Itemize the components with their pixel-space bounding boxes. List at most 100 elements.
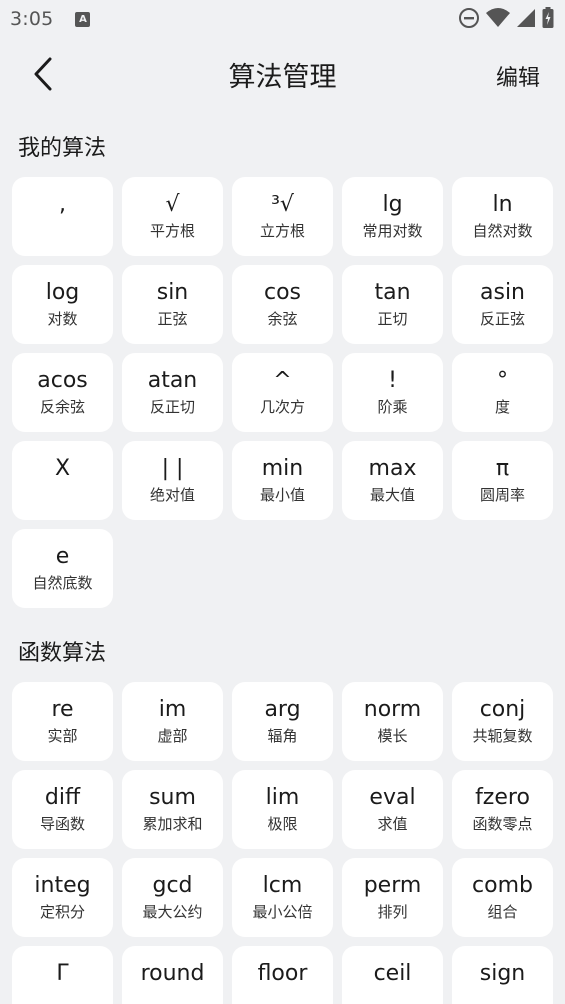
algorithm-card[interactable]: ^ 几次方 [232, 353, 333, 432]
algorithm-card[interactable]: sum 累加求和 [122, 770, 223, 849]
algorithm-card[interactable]: , [12, 177, 113, 256]
algorithm-card[interactable]: conj 共轭复数 [452, 682, 553, 761]
algorithm-description: 几次方 [259, 398, 305, 416]
accessibility-icon: A [75, 11, 91, 27]
my-algorithms-grid: , √ 平方根 ³√ 立方根 lg 常用对数 ln 自然对数 log 对数 sin 正弦 cos 余弦 tan… [0, 177, 565, 608]
section-title-function-algorithms: 函数算法 [18, 641, 107, 666]
algorithm-card[interactable]: ln 自然对数 [452, 177, 553, 256]
algorithm-symbol: √ [165, 192, 180, 217]
algorithm-description: 排列 [377, 903, 408, 921]
section-title-my-algorithms: 我的算法 [18, 136, 107, 161]
algorithm-card[interactable]: diff 导函数 [12, 770, 113, 849]
algorithm-symbol: sum [149, 785, 196, 810]
algorithm-description: 虚部 [157, 727, 188, 745]
algorithm-symbol: ceil [373, 961, 412, 986]
algorithm-card[interactable]: comb 组合 [452, 858, 553, 937]
algorithm-symbol: arg [264, 697, 301, 722]
algorithm-symbol: atan [147, 368, 198, 393]
algorithm-description: 辐角 [267, 727, 298, 745]
algorithm-card[interactable]: sign [452, 946, 553, 1004]
algorithm-card[interactable]: atan 反正切 [122, 353, 223, 432]
algorithm-description: 反正弦 [479, 310, 525, 328]
algorithm-symbol: sign [479, 961, 526, 986]
algorithm-card[interactable]: log 对数 [12, 265, 113, 344]
algorithm-card[interactable]: re 实部 [12, 682, 113, 761]
signal-icon [517, 9, 535, 27]
chevron-left-icon [34, 57, 52, 91]
algorithm-symbol: ln [492, 192, 513, 217]
algorithm-card[interactable]: X [12, 441, 113, 520]
algorithm-symbol: asin [480, 280, 525, 305]
algorithm-card[interactable]: lg 常用对数 [342, 177, 443, 256]
algorithm-symbol: | | [161, 456, 184, 481]
algorithm-card[interactable]: floor [232, 946, 333, 1004]
algorithm-description: 模长 [377, 727, 408, 745]
algorithm-card[interactable]: sin 正弦 [122, 265, 223, 344]
algorithm-description: 实部 [47, 727, 78, 745]
algorithm-card[interactable]: ceil [342, 946, 443, 1004]
algorithm-description: 圆周率 [479, 486, 525, 504]
algorithm-description: 度 [494, 398, 510, 416]
algorithm-card[interactable]: im 虚部 [122, 682, 223, 761]
algorithm-description: 最大值 [369, 486, 415, 504]
algorithm-card[interactable]: π 圆周率 [452, 441, 553, 520]
algorithm-description: 正弦 [157, 310, 188, 328]
algorithm-symbol: acos [37, 368, 88, 393]
algorithm-symbol: lg [382, 192, 403, 217]
algorithm-card[interactable]: round [122, 946, 223, 1004]
algorithm-card[interactable]: cos 余弦 [232, 265, 333, 344]
algorithm-description: 共轭复数 [472, 727, 533, 745]
algorithm-card[interactable]: acos 反余弦 [12, 353, 113, 432]
algorithm-card[interactable]: √ 平方根 [122, 177, 223, 256]
algorithm-card[interactable]: gcd 最大公约 [122, 858, 223, 937]
algorithm-description: 极限 [267, 815, 298, 833]
edit-button[interactable]: 编辑 [496, 60, 540, 92]
algorithm-card[interactable]: | | 绝对值 [122, 441, 223, 520]
algorithm-symbol: gcd [152, 873, 193, 898]
algorithm-symbol: lcm [262, 873, 303, 898]
algorithm-description: 立方根 [259, 222, 305, 240]
algorithm-symbol: norm [363, 697, 422, 722]
algorithm-card[interactable]: lim 极限 [232, 770, 333, 849]
algorithm-description: 导函数 [39, 815, 85, 833]
algorithm-symbol: im [158, 697, 187, 722]
algorithm-description: 最小值 [259, 486, 305, 504]
algorithm-card[interactable]: fzero 函数零点 [452, 770, 553, 849]
algorithm-card[interactable]: integ 定积分 [12, 858, 113, 937]
algorithm-card[interactable]: min 最小值 [232, 441, 333, 520]
algorithm-card[interactable]: lcm 最小公倍 [232, 858, 333, 937]
algorithm-card[interactable]: norm 模长 [342, 682, 443, 761]
algorithm-card[interactable]: ° 度 [452, 353, 553, 432]
page-title: 算法管理 [228, 61, 337, 93]
algorithm-symbol: Γ [56, 961, 69, 986]
algorithm-card[interactable]: eval 求值 [342, 770, 443, 849]
algorithm-symbol: ! [388, 368, 397, 393]
algorithm-description: 组合 [487, 903, 518, 921]
algorithm-description: 自然对数 [472, 222, 533, 240]
algorithm-description: 余弦 [267, 310, 298, 328]
algorithm-symbol: perm [363, 873, 422, 898]
algorithm-symbol: eval [369, 785, 416, 810]
wifi-icon [486, 8, 510, 27]
status-time: 3:05 [10, 8, 54, 30]
back-button[interactable] [26, 52, 60, 96]
status-icons [457, 6, 555, 30]
algorithm-symbol: fzero [475, 785, 530, 810]
algorithm-symbol: max [368, 456, 417, 481]
function-algorithms-grid: re 实部 im 虚部 arg 辐角 norm 模长 conj 共轭复数 diff 导函数 sum 累加求… [0, 682, 565, 1004]
algorithm-symbol: ^ [273, 368, 292, 393]
algorithm-card[interactable]: max 最大值 [342, 441, 443, 520]
algorithm-card[interactable]: tan 正切 [342, 265, 443, 344]
algorithm-card[interactable]: ! 阶乘 [342, 353, 443, 432]
algorithm-card[interactable]: perm 排列 [342, 858, 443, 937]
algorithm-symbol: ³√ [271, 192, 294, 217]
algorithm-symbol: conj [479, 697, 526, 722]
algorithm-card[interactable]: Γ [12, 946, 113, 1004]
algorithm-card[interactable]: e 自然底数 [12, 529, 113, 608]
algorithm-card[interactable]: ³√ 立方根 [232, 177, 333, 256]
algorithm-description: 反正切 [149, 398, 195, 416]
algorithm-card[interactable]: asin 反正弦 [452, 265, 553, 344]
algorithm-description: 常用对数 [362, 222, 423, 240]
algorithm-symbol: e [55, 544, 70, 569]
algorithm-card[interactable]: arg 辐角 [232, 682, 333, 761]
